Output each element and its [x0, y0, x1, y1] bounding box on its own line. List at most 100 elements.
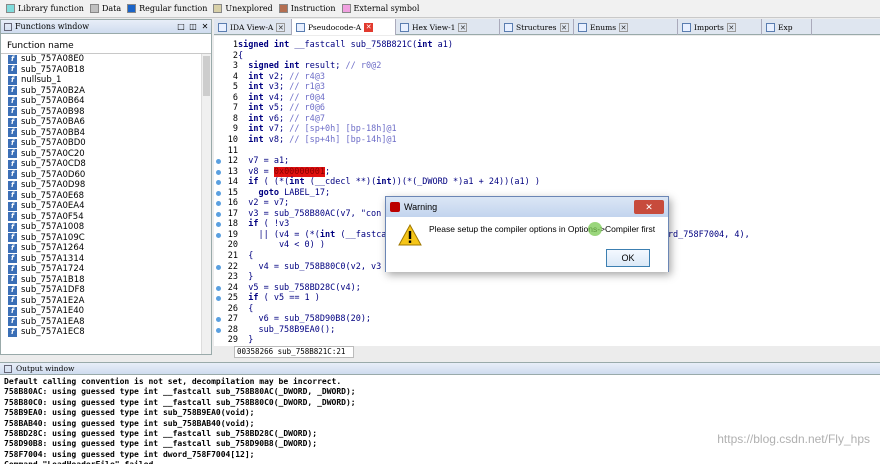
function-list-item[interactable]: f sub_757A0BB4	[1, 128, 201, 139]
function-list-item[interactable]: f sub_757A0CD8	[1, 159, 201, 170]
function-icon: f	[8, 306, 17, 316]
function-name: sub_757A1DF8	[21, 285, 85, 296]
code-line[interactable]: 12 v7 = a1;	[214, 156, 880, 167]
function-list-item[interactable]: f sub_757A0F54	[1, 212, 201, 223]
legend-label: Unexplored	[225, 4, 273, 13]
code-line[interactable]: 10 int v8; // [sp+4h] [bp-14h]@1	[214, 135, 880, 146]
code-line[interactable]: 1 signed int __fastcall sub_758B821C(int …	[214, 40, 880, 51]
code-line[interactable]: 7 int v5; // r0@6	[214, 103, 880, 114]
function-icon: f	[8, 254, 17, 264]
function-list-item[interactable]: f sub_757A0B2A	[1, 86, 201, 97]
tab-close-icon[interactable]: ✕	[726, 22, 736, 32]
function-list-item[interactable]: f sub_757A109C	[1, 233, 201, 244]
function-list-scrollbar[interactable]	[201, 54, 211, 354]
function-list-item[interactable]: f sub_757A0B18	[1, 65, 201, 76]
code-line[interactable]: 5 int v3; // r1@3	[214, 82, 880, 93]
ok-button[interactable]: OK	[606, 249, 650, 267]
tab-label: Imports	[694, 22, 724, 32]
function-name: sub_757A0B98	[21, 106, 85, 117]
functions-window: Functions window □ ◫ ✕ Function name f su…	[0, 19, 212, 355]
function-icon: f	[8, 317, 17, 327]
code-line[interactable]: 29 }	[214, 335, 880, 346]
function-name: sub_757A1EC8	[21, 327, 85, 338]
code-line[interactable]: 6 int v4; // r0@4	[214, 93, 880, 104]
code-line[interactable]: 27 v6 = sub_758D90B8(20);	[214, 314, 880, 325]
code-text: int v4; // r0@4	[248, 92, 326, 103]
function-list-item[interactable]: f sub_757A0D60	[1, 170, 201, 181]
tab-close-icon[interactable]: ✕	[559, 22, 569, 32]
code-line[interactable]: 3 signed int result; // r0@2	[214, 61, 880, 72]
tab-imports[interactable]: Imports ✕	[678, 19, 762, 35]
tab-label: Pseudocode-A	[308, 22, 362, 32]
function-list-item[interactable]: f sub_757A1314	[1, 254, 201, 265]
output-line: 758F7004: using guessed type int dword_7…	[4, 449, 255, 459]
line-number: 10	[227, 134, 238, 145]
function-list-item[interactable]: f sub_757A1724	[1, 264, 201, 275]
function-list-item[interactable]: f nullsub_1	[1, 75, 201, 86]
window-close-icon[interactable]: ✕	[199, 22, 211, 31]
function-list-item[interactable]: f sub_757A1008	[1, 222, 201, 233]
tab-structures[interactable]: Structures ✕	[500, 19, 574, 35]
pseudocode-view[interactable]: 1 signed int __fastcall sub_758B821C(int …	[214, 36, 880, 346]
function-list-item[interactable]: f sub_757A0BD0	[1, 138, 201, 149]
code-line[interactable]: 8 int v6; // r4@7	[214, 114, 880, 125]
function-list-item[interactable]: f sub_757A0EA4	[1, 201, 201, 212]
code-text: v3 = sub_758B80AC(v7, "con	[238, 208, 382, 219]
function-list-item[interactable]: f sub_757A1E2A	[1, 296, 201, 307]
code-text: v6 = sub_758D90B8(20);	[238, 314, 372, 325]
tab-ida-view-a[interactable]: IDA View-A ✕	[214, 19, 292, 35]
code-line[interactable]: 11	[214, 146, 880, 157]
function-icon: f	[8, 243, 17, 253]
function-list-item[interactable]: f sub_757A0BA6	[1, 117, 201, 128]
function-icon: f	[8, 285, 17, 295]
code-line[interactable]: 25 if ( v5 == 1 )	[214, 293, 880, 304]
tab-icon	[766, 22, 775, 32]
dialog-close-button[interactable]: ✕	[634, 200, 664, 214]
code-line[interactable]: 24 v5 = sub_758BD28C(v4);	[214, 283, 880, 294]
tab-hex-view-1[interactable]: Hex View-1 ✕	[396, 19, 500, 35]
output-log[interactable]: Default calling convention is not set, d…	[4, 377, 874, 464]
line-number: 3	[232, 61, 238, 72]
function-icon: f	[8, 180, 17, 190]
code-line[interactable]: 14 if ( (*(int (__cdecl **)(int))(*(_DWO…	[214, 177, 880, 188]
function-list-item[interactable]: f sub_757A1EA8	[1, 317, 201, 328]
function-list-item[interactable]: f sub_757A0B98	[1, 107, 201, 118]
function-name: sub_757A1724	[21, 264, 85, 275]
function-list-item[interactable]: f sub_757A0E68	[1, 191, 201, 202]
function-list-item[interactable]: f sub_757A0C20	[1, 149, 201, 160]
code-line[interactable]: 13 v8 = 0x00000001;	[214, 166, 880, 178]
line-number: 4	[232, 71, 238, 82]
function-name-column-header[interactable]: Function name	[1, 38, 211, 54]
function-list-item[interactable]: f sub_757A0D98	[1, 180, 201, 191]
code-line[interactable]: 4 int v2; // r4@3	[214, 72, 880, 83]
tab-close-icon[interactable]: ✕	[276, 22, 286, 32]
window-float-icon[interactable]: ◫	[187, 22, 199, 31]
code-text: v7 = a1;	[238, 156, 290, 167]
function-list-item[interactable]: f sub_757A1DF8	[1, 285, 201, 296]
tab-close-icon[interactable]: ✕	[458, 22, 468, 32]
tab-exp[interactable]: Exp	[762, 19, 812, 35]
function-list: f sub_757A08E0 f sub_757A0B18 f nullsub_1 f sub…	[1, 54, 201, 354]
function-list-item[interactable]: f sub_757A1264	[1, 243, 201, 254]
code-line[interactable]: 26 {	[214, 304, 880, 315]
tab-close-icon[interactable]: ✕	[619, 22, 629, 32]
window-menu-icon[interactable]: □	[175, 22, 187, 31]
scrollbar-thumb[interactable]	[203, 56, 210, 96]
code-line[interactable]: 9 int v7; // [sp+0h] [bp-18h]@1	[214, 124, 880, 135]
tab-close-icon[interactable]: ✕	[364, 22, 374, 32]
function-list-item[interactable]: f sub_757A1EC8	[1, 327, 201, 338]
code-text: goto LABEL_17;	[258, 187, 331, 198]
code-line[interactable]: 28 sub_758B9EA0();	[214, 325, 880, 336]
function-list-item[interactable]: f sub_757A1B18	[1, 275, 201, 286]
code-line[interactable]: 23 }	[214, 272, 880, 283]
code-line[interactable]: 2{	[214, 51, 880, 62]
tab-pseudocode-a[interactable]: Pseudocode-A ✕	[292, 19, 396, 35]
output-window: Output window Default calling convention…	[0, 362, 880, 464]
function-list-item[interactable]: f sub_757A08E0	[1, 54, 201, 65]
tab-enums[interactable]: Enums ✕	[574, 19, 678, 35]
mouse-cursor-highlight	[588, 222, 602, 236]
function-list-item[interactable]: f sub_757A0B64	[1, 96, 201, 107]
line-number: 28	[227, 324, 238, 335]
function-list-item[interactable]: f sub_757A1E40	[1, 306, 201, 317]
function-name: sub_757A1B18	[21, 274, 85, 285]
